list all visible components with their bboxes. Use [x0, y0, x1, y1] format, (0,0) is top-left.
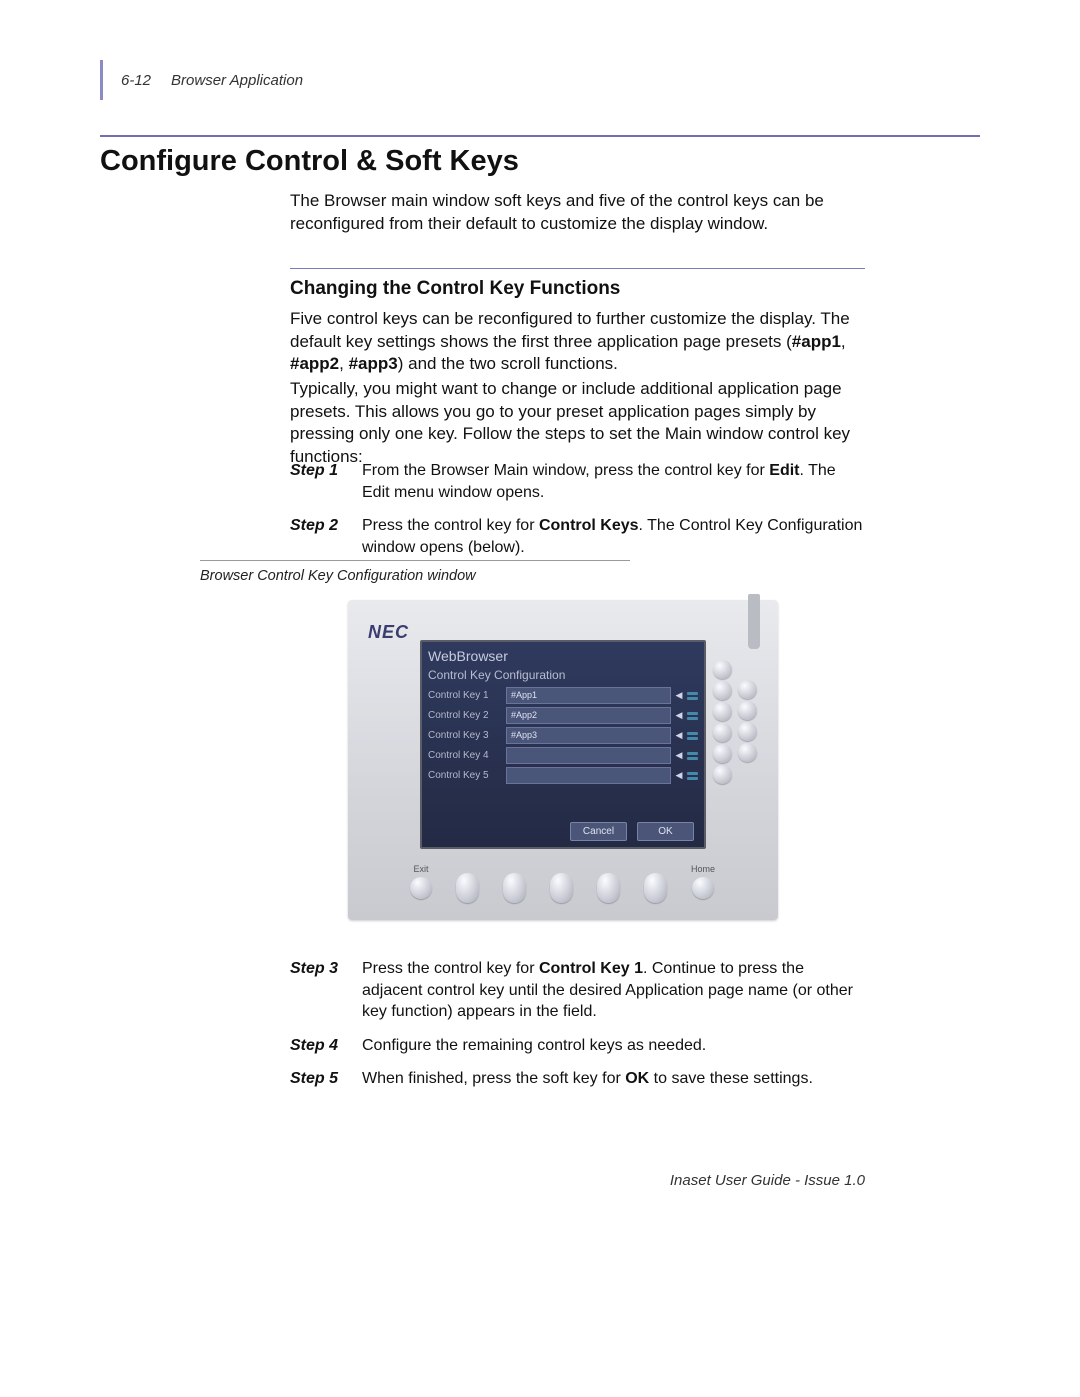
step-row: Step 2 Press the control key for Control…	[290, 515, 865, 558]
row-label: Control Key 2	[428, 710, 506, 721]
steps-bottom: Step 3 Press the control key for Control…	[290, 958, 865, 1102]
soft-key[interactable]	[597, 873, 620, 903]
side-control-key[interactable]	[738, 701, 757, 720]
home-key[interactable]	[692, 877, 714, 899]
soft-key[interactable]	[644, 873, 667, 903]
step-row: Step 5 When finished, press the soft key…	[290, 1068, 865, 1090]
side-control-keys-col2	[738, 680, 757, 762]
soft-key[interactable]	[550, 873, 573, 903]
left-arrow-icon[interactable]: ◀	[673, 768, 685, 783]
side-control-key[interactable]	[738, 722, 757, 741]
brand-logo: NEC	[368, 622, 409, 643]
bars-icon[interactable]	[687, 772, 698, 780]
left-arrow-icon[interactable]: ◀	[673, 708, 685, 723]
paragraph-2: Typically, you might want to change or i…	[290, 378, 865, 468]
steps-top: Step 1 From the Browser Main window, pre…	[290, 460, 865, 570]
screen-subtitle: Control Key Configuration	[428, 668, 565, 682]
step-label: Step 2	[290, 515, 362, 558]
side-control-key[interactable]	[713, 660, 732, 679]
device-screen: WebBrowser Control Key Configuration Con…	[420, 640, 706, 849]
bars-icon[interactable]	[687, 752, 698, 760]
bottom-soft-keys: Exit Home	[410, 860, 739, 903]
row-label: Control Key 5	[428, 770, 506, 781]
ok-button[interactable]: OK	[637, 822, 694, 841]
side-control-key[interactable]	[713, 723, 732, 742]
side-control-key[interactable]	[713, 702, 732, 721]
subsection-heading: Changing the Control Key Functions	[290, 278, 620, 300]
step-label: Step 3	[290, 958, 362, 1023]
device-figure: NEC WebBrowser Control Key Configuration…	[348, 600, 778, 920]
chapter-name: Browser Application	[171, 72, 303, 89]
control-key-row: Control Key 4 ◀	[428, 746, 698, 765]
control-key-row: Control Key 5 ◀	[428, 766, 698, 785]
stylus-icon	[748, 594, 760, 649]
screen-title: WebBrowser	[428, 648, 508, 664]
row-label: Control Key 3	[428, 730, 506, 741]
step-text: Press the control key for Control Key 1.…	[362, 958, 865, 1023]
bars-icon[interactable]	[687, 712, 698, 720]
control-key-row: Control Key 3 #App3 ◀	[428, 726, 698, 745]
step-text: From the Browser Main window, press the …	[362, 460, 865, 503]
row-value-field[interactable]: #App2	[506, 707, 671, 724]
row-value-field[interactable]	[506, 767, 671, 784]
section-rule	[100, 135, 980, 137]
step-row: Step 4 Configure the remaining control k…	[290, 1035, 865, 1057]
step-text: Configure the remaining control keys as …	[362, 1035, 706, 1057]
step-label: Step 1	[290, 460, 362, 503]
cancel-button[interactable]: Cancel	[570, 822, 627, 841]
step-text: Press the control key for Control Keys. …	[362, 515, 865, 558]
exit-key[interactable]	[410, 877, 432, 899]
row-value-field[interactable]	[506, 747, 671, 764]
step-label: Step 4	[290, 1035, 362, 1057]
row-value-field[interactable]: #App3	[506, 727, 671, 744]
control-key-list: Control Key 1 #App1 ◀ Control Key 2 #App…	[428, 686, 698, 786]
step-text: When finished, press the soft key for OK…	[362, 1068, 813, 1090]
side-control-key[interactable]	[738, 680, 757, 699]
home-label: Home	[691, 864, 715, 875]
control-key-row: Control Key 1 #App1 ◀	[428, 686, 698, 705]
row-value-field[interactable]: #App1	[506, 687, 671, 704]
page-ref: 6-12	[121, 72, 151, 89]
page-footer: Inaset User Guide - Issue 1.0	[670, 1172, 865, 1189]
side-control-key[interactable]	[713, 765, 732, 784]
control-key-row: Control Key 2 #App2 ◀	[428, 706, 698, 725]
paragraph-1: Five control keys can be reconfigured to…	[290, 308, 865, 376]
left-arrow-icon[interactable]: ◀	[673, 688, 685, 703]
row-label: Control Key 4	[428, 750, 506, 761]
step-label: Step 5	[290, 1068, 362, 1090]
step-row: Step 3 Press the control key for Control…	[290, 958, 865, 1023]
exit-label: Exit	[413, 864, 428, 875]
side-control-key[interactable]	[713, 744, 732, 763]
soft-key[interactable]	[503, 873, 526, 903]
left-arrow-icon[interactable]: ◀	[673, 728, 685, 743]
bars-icon[interactable]	[687, 692, 698, 700]
section-heading: Configure Control & Soft Keys	[100, 145, 519, 178]
figure-caption: Browser Control Key Configuration window	[200, 568, 476, 584]
page-header: 6-12 Browser Application	[100, 60, 303, 100]
soft-key[interactable]	[456, 873, 479, 903]
side-control-key[interactable]	[713, 681, 732, 700]
subsection-rule	[290, 268, 865, 269]
figure-rule	[200, 560, 630, 561]
intro-paragraph: The Browser main window soft keys and fi…	[290, 190, 865, 236]
left-arrow-icon[interactable]: ◀	[673, 748, 685, 763]
side-control-key[interactable]	[738, 743, 757, 762]
bars-icon[interactable]	[687, 732, 698, 740]
row-label: Control Key 1	[428, 690, 506, 701]
side-control-keys-col1	[713, 660, 732, 784]
screen-softkey-row: Cancel OK	[570, 822, 694, 841]
step-row: Step 1 From the Browser Main window, pre…	[290, 460, 865, 503]
